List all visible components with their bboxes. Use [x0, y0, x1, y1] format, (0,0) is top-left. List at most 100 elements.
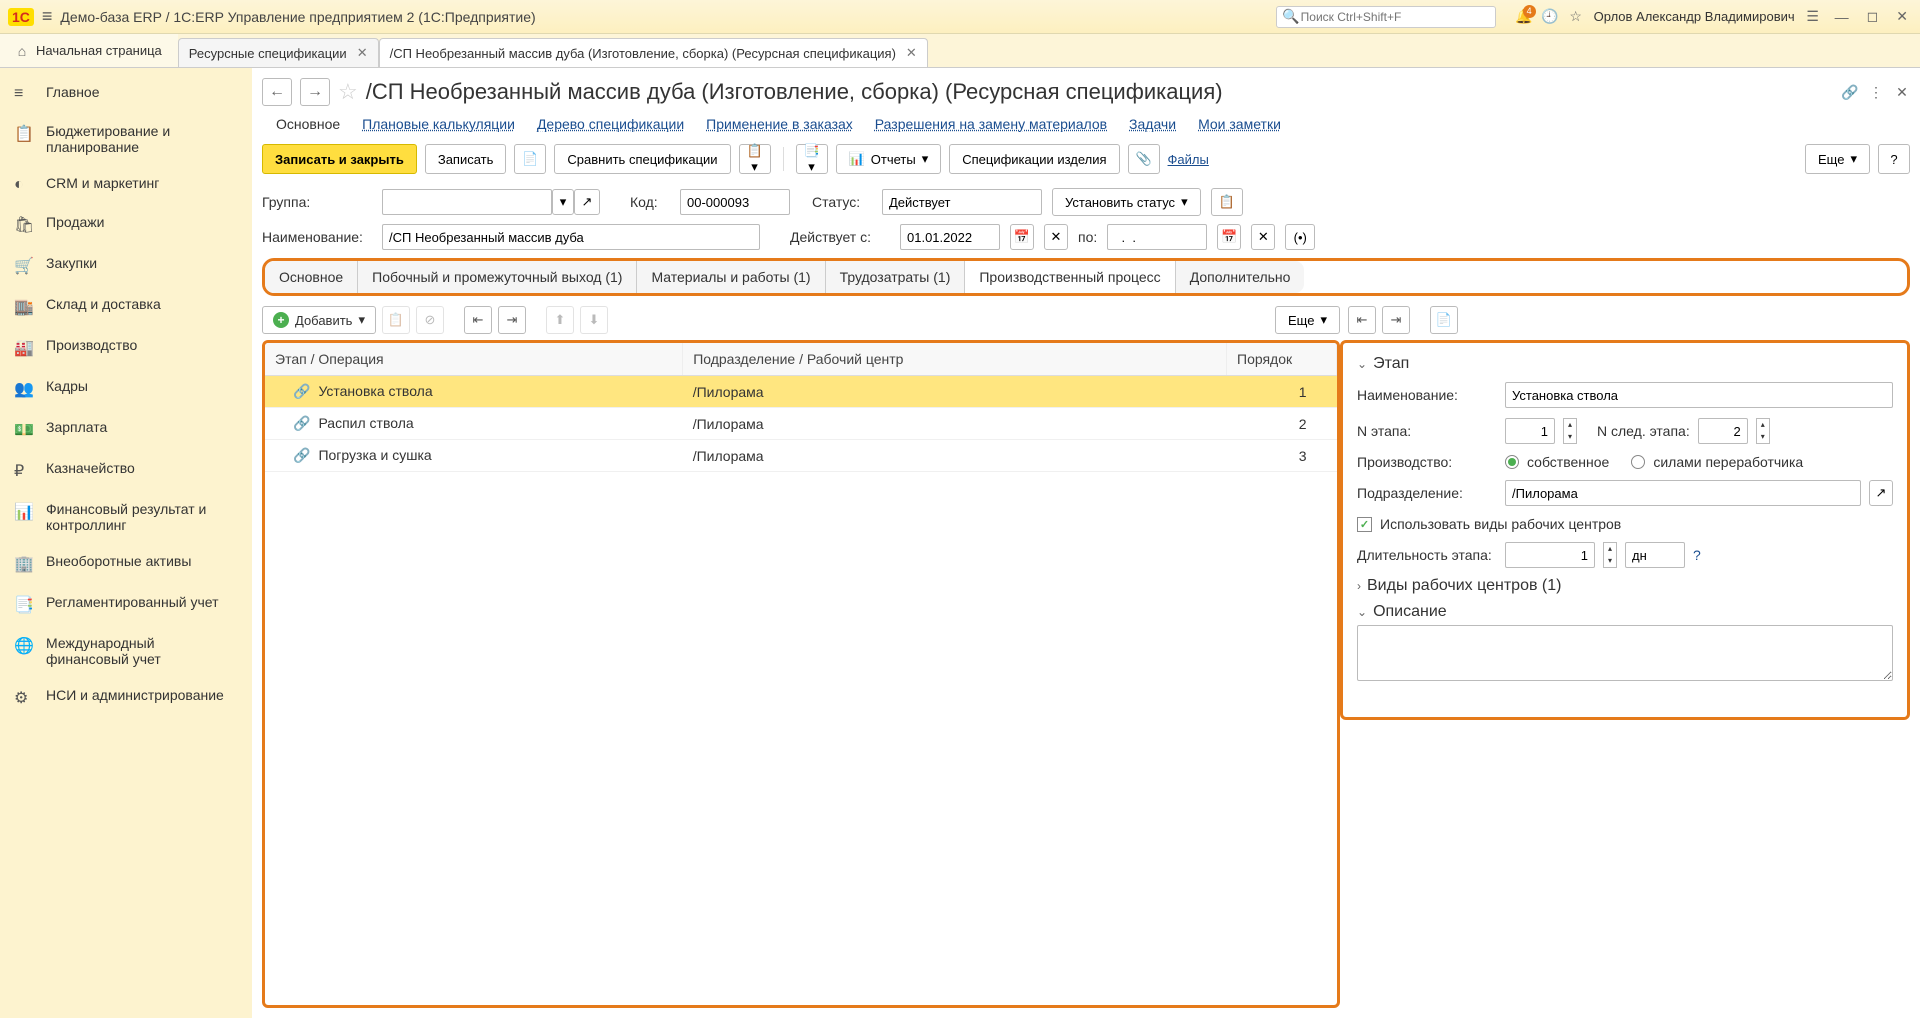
copy2-button[interactable]: 📑▾ — [796, 144, 828, 174]
col-order[interactable]: Порядок — [1227, 343, 1337, 376]
attach-button[interactable]: 📎 — [1128, 144, 1160, 174]
files-link[interactable]: Файлы — [1168, 152, 1209, 167]
det-next-n-input[interactable] — [1698, 418, 1748, 444]
det-unit-input[interactable] — [1505, 480, 1861, 506]
date-picker-button[interactable]: 📅 — [1010, 224, 1034, 250]
settings-icon[interactable]: ☰ — [1805, 9, 1821, 25]
move-down-button[interactable]: ⬇ — [580, 306, 608, 334]
save-button[interactable]: Записать — [425, 144, 507, 174]
copy-dropdown-button[interactable]: 📋▾ — [739, 144, 771, 174]
subnav-tasks[interactable]: Задачи — [1129, 116, 1176, 132]
link-icon[interactable]: 🔗 — [1842, 84, 1858, 100]
collapse-button[interactable]: ⇥ — [498, 306, 526, 334]
global-search[interactable]: 🔍 — [1276, 6, 1496, 28]
det-dur-unit[interactable] — [1625, 542, 1685, 568]
nav-back-button[interactable]: ← — [262, 78, 292, 106]
dur-spinner[interactable]: ▴▾ — [1603, 542, 1617, 568]
subnav-tree[interactable]: Дерево спецификации — [537, 116, 684, 132]
valid-to-input[interactable] — [1107, 224, 1207, 250]
sidebar-item-9[interactable]: ₽Казначейство — [0, 450, 244, 491]
sidebar-item-5[interactable]: 🏬Склад и доставка — [0, 286, 244, 327]
tab-spec-item[interactable]: /СП Необрезанный массив дуба (Изготовлен… — [379, 38, 928, 67]
search-input[interactable] — [1299, 9, 1489, 25]
dur-help-icon[interactable]: ? — [1693, 547, 1701, 563]
tab-close-icon[interactable]: ✕ — [353, 45, 368, 61]
unit-open-button[interactable]: ↗ — [1869, 480, 1893, 506]
tab-resource-specs[interactable]: Ресурсные спецификации ✕ — [178, 38, 379, 67]
det-dur-input[interactable] — [1505, 542, 1595, 568]
radio-ext[interactable] — [1631, 455, 1645, 469]
table-row[interactable]: 🔗Распил ствола/Пилорама2 — [265, 408, 1337, 440]
detail-expand-button[interactable]: ⇤ — [1348, 306, 1376, 334]
inner-tab-additional[interactable]: Дополнительно — [1176, 261, 1305, 293]
section-rc-types[interactable]: › Виды рабочих центров (1) — [1357, 573, 1893, 599]
table-row[interactable]: 🔗Установка ствола/Пилорама1 — [265, 376, 1337, 408]
subnav-main[interactable]: Основное — [276, 116, 340, 132]
more-button[interactable]: Еще ▾ — [1805, 144, 1870, 174]
sidebar-item-1[interactable]: 📋Бюджетирование и планирование — [0, 113, 244, 165]
subnav-repl[interactable]: Разрешения на замену материалов — [875, 116, 1107, 132]
close-button[interactable]: ✕ — [1892, 8, 1912, 25]
inner-tab-byproduct[interactable]: Побочный и промежуточный выход (1) — [358, 261, 637, 293]
sidebar-item-2[interactable]: ◐CRM и маркетинг — [0, 165, 244, 204]
group-input[interactable] — [382, 189, 552, 215]
notifications-icon[interactable]: 🔔4 — [1516, 9, 1532, 25]
reports-button[interactable]: 📊 Отчеты ▾ — [836, 144, 942, 174]
use-rc-checkbox[interactable]: ✓ — [1357, 517, 1372, 532]
subnav-plan[interactable]: Плановые калькуляции — [362, 116, 515, 132]
list-button[interactable]: 📄 — [514, 144, 546, 174]
tab-home[interactable]: ⌂ Начальная страница — [0, 34, 178, 67]
sidebar-item-11[interactable]: 🏢Внеоборотные активы — [0, 543, 244, 584]
date-clear-button[interactable]: ✕ — [1044, 224, 1068, 250]
section-stage[interactable]: ⌄ Этап — [1357, 351, 1893, 377]
group-dropdown-button[interactable]: ▾ — [552, 189, 574, 215]
status-extra-button[interactable]: 📋 — [1211, 188, 1243, 216]
move-up-button[interactable]: ⬆ — [546, 306, 574, 334]
desc-textarea[interactable] — [1357, 625, 1893, 681]
sidebar-item-10[interactable]: 📊Финансовый результат и контроллинг — [0, 491, 244, 543]
help-button[interactable]: ? — [1878, 144, 1910, 174]
radio-own[interactable] — [1505, 455, 1519, 469]
name-input[interactable] — [382, 224, 760, 250]
copy-row-button[interactable]: 📋 — [382, 306, 410, 334]
maximize-button[interactable]: ◻ — [1863, 8, 1883, 25]
sidebar-item-7[interactable]: 👥Кадры — [0, 368, 244, 409]
next-n-spinner[interactable]: ▴▾ — [1756, 418, 1770, 444]
list-more-button[interactable]: Еще ▾ — [1275, 306, 1340, 334]
stage-n-spinner[interactable]: ▴▾ — [1563, 418, 1577, 444]
detail-collapse-button[interactable]: ⇥ — [1382, 306, 1410, 334]
date-picker-button2[interactable]: 📅 — [1217, 224, 1241, 250]
col-unit[interactable]: Подразделение / Рабочий центр — [683, 343, 1227, 376]
detail-form-button[interactable]: 📄 — [1430, 306, 1458, 334]
add-button[interactable]: + Добавить ▾ — [262, 306, 376, 334]
det-name-input[interactable] — [1505, 382, 1893, 408]
subnav-notes[interactable]: Мои заметки — [1198, 116, 1281, 132]
inner-tab-materials[interactable]: Материалы и работы (1) — [637, 261, 825, 293]
kebab-icon[interactable]: ⋮ — [1868, 84, 1884, 100]
nav-forward-button[interactable]: → — [300, 78, 330, 106]
close-page-icon[interactable]: ✕ — [1894, 84, 1910, 100]
sidebar-item-14[interactable]: ⚙НСИ и администрирование — [0, 677, 244, 718]
col-stage[interactable]: Этап / Операция — [265, 343, 683, 376]
minimize-button[interactable]: — — [1831, 9, 1853, 25]
code-input[interactable] — [680, 189, 790, 215]
stages-table[interactable]: Этап / Операция Подразделение / Рабочий … — [265, 343, 1337, 472]
section-desc[interactable]: ⌄ Описание — [1357, 599, 1893, 625]
status-input[interactable] — [882, 189, 1042, 215]
date-clear-button2[interactable]: ✕ — [1251, 224, 1275, 250]
sidebar-item-0[interactable]: ≡Главное — [0, 74, 244, 113]
compare-button[interactable]: Сравнить спецификации — [554, 144, 730, 174]
expand-button[interactable]: ⇤ — [464, 306, 492, 334]
valid-from-input[interactable] — [900, 224, 1000, 250]
inner-tab-process[interactable]: Производственный процесс — [965, 261, 1175, 293]
menu-icon[interactable]: ≡ — [42, 6, 53, 27]
star-icon[interactable]: ☆ — [338, 79, 358, 105]
sidebar-item-6[interactable]: 🏭Производство — [0, 327, 244, 368]
set-status-button[interactable]: Установить статус ▾ — [1052, 188, 1201, 216]
sidebar-item-4[interactable]: 🛒Закупки — [0, 245, 244, 286]
inner-tab-main[interactable]: Основное — [265, 261, 358, 293]
sidebar-item-8[interactable]: 💵Зарплата — [0, 409, 244, 450]
table-row[interactable]: 🔗Погрузка и сушка/Пилорама3 — [265, 440, 1337, 472]
delete-row-button[interactable]: ⊘ — [416, 306, 444, 334]
history-icon[interactable]: 🕘 — [1542, 9, 1558, 25]
